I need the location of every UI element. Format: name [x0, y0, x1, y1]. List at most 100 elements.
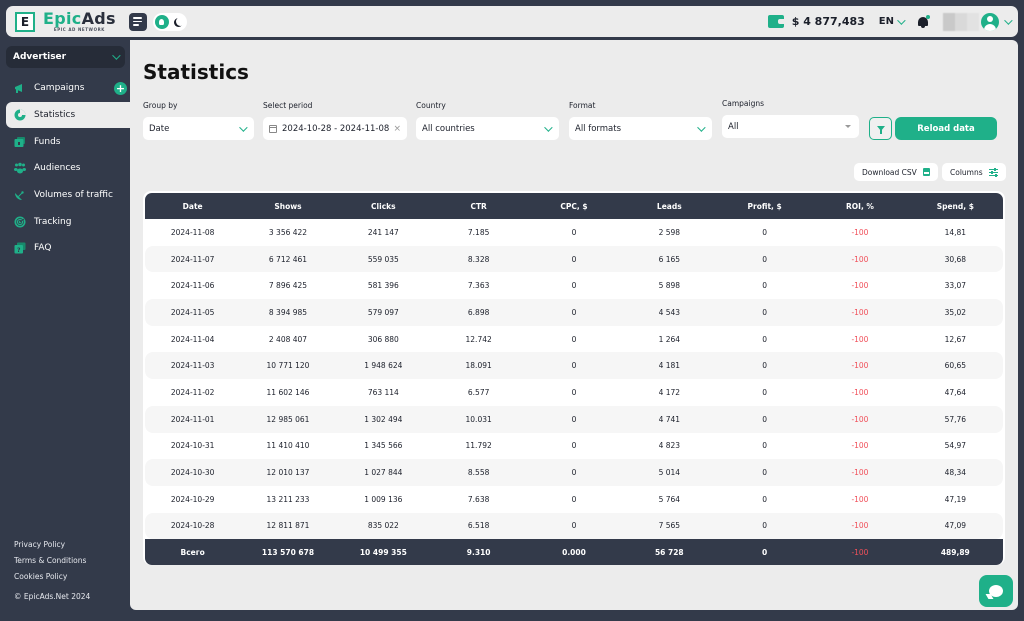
table-row[interactable]: 2024-11-01 12 985 061 1 302 494 10.031 0 4 74…	[145, 405, 1003, 433]
cell-leads: 5 764	[658, 494, 681, 504]
format-value: All formats	[575, 123, 622, 134]
column-header-clicks[interactable]: Clicks	[335, 193, 431, 219]
chevron-down-icon	[697, 122, 706, 132]
cell-ctr: 7.363	[467, 281, 490, 291]
period-picker[interactable]: 2024-10-28 - 2024-11-08 ×	[263, 117, 407, 140]
chevron-down-icon	[112, 51, 121, 60]
campaigns-value: All	[728, 121, 739, 132]
cell-spend: 12,67	[944, 334, 967, 344]
group-by-select[interactable]: Date	[143, 117, 254, 140]
sidebar-item-label: Funds	[34, 136, 61, 147]
top-bar: E EpicAds EPIC AD NETWORK $ 4 877,483 EN	[6, 6, 1018, 37]
column-header-ctr[interactable]: CTR	[430, 193, 527, 219]
cell-spend: 14,81	[944, 227, 967, 237]
download-csv-label: Download CSV	[862, 167, 917, 177]
language-value: EN	[878, 16, 894, 27]
campaigns-select[interactable]: All	[722, 115, 859, 138]
columns-button[interactable]: Columns	[942, 163, 1006, 181]
table-row[interactable]: 2024-11-03 10 771 120 1 948 624 18.091 0 4 18…	[145, 352, 1003, 380]
cell-shows: 2 408 407	[268, 334, 308, 344]
notifications-bell-icon[interactable]	[917, 14, 930, 29]
columns-label: Columns	[950, 167, 983, 177]
column-header-shows[interactable]: Shows	[240, 193, 336, 219]
column-header-roi[interactable]: ROI, %	[812, 193, 908, 219]
cell-roi: -100	[851, 387, 869, 397]
cell-roi: -100	[812, 459, 908, 486]
cell-shows: 11 410 410	[266, 441, 310, 451]
table-body: 2024-11-08 3 356 422 241 147 7.185 0 2 598 0 -1…	[145, 219, 1003, 540]
table-row[interactable]: 2024-11-02 11 602 146 763 114 6.577 0 4 172 0 -…	[145, 379, 1003, 406]
theme-toggle[interactable]	[152, 12, 187, 31]
cell-clicks: 1 027 844	[335, 459, 431, 486]
column-header-cpc[interactable]: CPC, $	[526, 193, 622, 219]
table-row[interactable]: 2024-10-30 12 010 137 1 027 844 8.558 0 5 014…	[145, 459, 1003, 486]
add-campaign-button[interactable]: +	[114, 81, 127, 95]
cell-profit: 0	[762, 334, 768, 344]
table-row[interactable]: 2024-10-29 13 211 233 1 009 136 7.638 0 5 764…	[145, 486, 1003, 513]
support-chat-button[interactable]	[979, 575, 1013, 607]
cell-date: 2024-11-02	[170, 387, 215, 397]
user-avatar-icon[interactable]	[981, 12, 999, 31]
country-select[interactable]: All countries	[416, 117, 559, 140]
cell-clicks: 581 396	[367, 281, 399, 291]
table-row[interactable]: 2024-11-07 6 712 461 559 035 8.328 0 6 165 0 -1…	[145, 245, 1003, 273]
sidebar-item-volumes-of-traffic[interactable]: Volumes of traffic	[6, 182, 130, 209]
total-profit: 0	[716, 539, 813, 565]
sidebar-item-label: Audiences	[34, 163, 81, 174]
sidebar-nav: Campaigns + Statistics Funds Audiences V…	[6, 75, 130, 262]
logo[interactable]: EpicAds EPIC AD NETWORK	[43, 11, 116, 32]
table-row[interactable]: 2024-10-31 11 410 410 1 345 566 11.792 0 4 82…	[145, 433, 1003, 460]
cell-profit: 0	[762, 494, 768, 504]
user-menu-chevron-icon[interactable]	[1004, 15, 1013, 25]
language-select[interactable]: EN	[878, 15, 906, 27]
sidebar-item-faq[interactable]: ? FAQ	[6, 235, 130, 262]
sidebar-item-audiences[interactable]: Audiences	[6, 155, 130, 182]
logo-ads: Ads	[81, 9, 116, 28]
wallet-icon	[14, 136, 26, 148]
format-select[interactable]: All formats	[569, 117, 712, 140]
download-csv-button[interactable]: Download CSV	[854, 163, 938, 181]
column-header-date[interactable]: Date	[145, 193, 241, 219]
cell-leads: 4 823	[658, 441, 681, 451]
cell-leads: 4 741	[621, 405, 717, 433]
cookies-policy-link[interactable]: Cookies Policy	[14, 572, 90, 588]
role-select[interactable]: Advertiser	[6, 46, 125, 68]
sidebar-item-tracking[interactable]: Tracking	[6, 208, 130, 235]
sidebar-item-campaigns[interactable]: Campaigns +	[6, 75, 130, 102]
column-header-profit[interactable]: Profit, $	[716, 193, 813, 219]
menu-icon	[132, 17, 142, 19]
cell-cpc: 0	[526, 352, 622, 380]
clear-period-icon[interactable]: ×	[393, 124, 401, 134]
total-cpc: 0.000	[526, 539, 622, 565]
sidebar-item-funds[interactable]: Funds	[6, 128, 130, 155]
cell-clicks: 1 345 566	[364, 441, 403, 451]
light-theme-icon	[154, 14, 169, 29]
privacy-policy-link[interactable]: Privacy Policy	[14, 540, 90, 556]
menu-toggle-button[interactable]	[128, 12, 147, 31]
terms-link[interactable]: Terms & Conditions	[14, 556, 90, 572]
sidebar-item-statistics[interactable]: Statistics	[6, 101, 130, 129]
balance[interactable]: $ 4 877,483	[792, 15, 865, 28]
cell-spend: 35,02	[907, 299, 1003, 326]
cell-shows: 8 394 985	[240, 299, 336, 326]
filter-button[interactable]	[869, 117, 892, 140]
group-by-label: Group by	[143, 101, 178, 110]
reload-data-button[interactable]: Reload data	[895, 117, 997, 140]
cell-ctr: 7.638	[467, 494, 490, 504]
cell-spend: 54,97	[944, 441, 967, 451]
table-row[interactable]: 2024-11-05 8 394 985 579 097 6.898 0 4 543 0 -1…	[145, 299, 1003, 326]
table-row[interactable]: 2024-11-04 2 408 407 306 880 12.742 0 1 264 0 -…	[145, 326, 1003, 353]
logo-mark[interactable]: E	[15, 11, 35, 32]
cell-cpc: 0	[571, 281, 577, 291]
cell-clicks: 241 147	[367, 227, 399, 237]
table-row[interactable]: 2024-10-28 12 811 871 835 022 6.518 0 7 565 0-…	[145, 512, 1003, 540]
cell-spend: 48,34	[907, 459, 1003, 486]
period-label: Select period	[263, 101, 313, 110]
cell-profit: 0	[762, 281, 768, 291]
cell-shows: 10 771 120	[240, 352, 336, 380]
column-header-leads[interactable]: Leads	[621, 193, 717, 219]
column-header-spend[interactable]: Spend, $	[907, 193, 1003, 219]
table-row[interactable]: 2024-11-08 3 356 422 241 147 7.185 0 2 598 0 -1…	[145, 219, 1003, 246]
table-row[interactable]: 2024-11-06 7 896 425 581 396 7.363 0 5 898 0 -1…	[145, 272, 1003, 299]
cell-clicks: 835 022	[335, 512, 431, 540]
